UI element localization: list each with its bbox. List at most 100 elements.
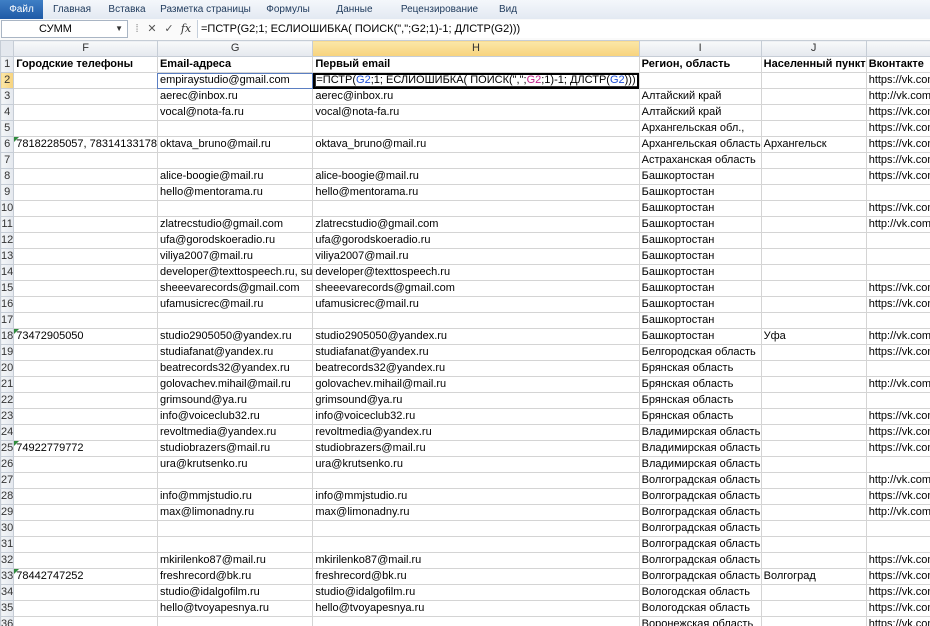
cell-j[interactable] (760, 184, 867, 201)
cell-h[interactable] (312, 616, 640, 626)
cell-g[interactable] (156, 520, 314, 537)
cell-i[interactable]: Архангельская обл., (638, 120, 762, 137)
header-cell-h[interactable]: Первый email (312, 56, 640, 73)
tab-ribbon-1[interactable]: Главная (45, 0, 99, 19)
cell-f[interactable] (13, 408, 158, 425)
cell-j[interactable] (760, 104, 867, 121)
cell-i[interactable]: Воронежская область (638, 616, 762, 626)
cell-i[interactable]: Башкортостан (638, 328, 762, 345)
cell-g[interactable]: oktava_bruno@mail.ru (156, 136, 314, 153)
cell-f[interactable]: 78182285057, 78314133178 (13, 136, 158, 153)
row-header[interactable]: 5 (0, 120, 15, 137)
cell-h[interactable]: grimsound@ya.ru (312, 392, 640, 409)
cell-h[interactable] (312, 152, 640, 169)
cell-h[interactable]: studio@idalgofilm.ru (312, 584, 640, 601)
cell-k[interactable] (865, 536, 930, 553)
cell-h[interactable]: sheeevarecords@gmail.com (312, 280, 640, 297)
cell-k[interactable] (865, 360, 930, 377)
cell-h[interactable]: studio2905050@yandex.ru (312, 328, 640, 345)
row-header[interactable]: 25 (0, 440, 15, 457)
cell-h[interactable] (312, 200, 640, 217)
cell-g[interactable]: beatrecords32@yandex.ru (156, 360, 314, 377)
column-header-k[interactable]: K (865, 40, 930, 57)
cell-k[interactable]: https://vk.com/ufamusicrec (865, 296, 930, 313)
cell-j[interactable] (760, 376, 867, 393)
cell-f[interactable] (13, 360, 158, 377)
cell-j[interactable] (760, 552, 867, 569)
row-header[interactable]: 19 (0, 344, 15, 361)
cell-g[interactable]: empiraystudio@gmail.com (156, 72, 314, 89)
cell-i[interactable]: Волгоградская область (638, 504, 762, 521)
tab-ribbon-7[interactable]: Вид (490, 0, 526, 19)
cell-f[interactable]: 74922779772 (13, 440, 158, 457)
cell-i[interactable]: Астраханская область (638, 152, 762, 169)
cell-j[interactable] (760, 488, 867, 505)
cell-f[interactable] (13, 504, 158, 521)
cell-h[interactable]: alice-boogie@mail.ru (312, 168, 640, 185)
row-header[interactable]: 36 (0, 616, 15, 626)
cell-i[interactable]: Башкортостан (638, 296, 762, 313)
column-header-h[interactable]: H (312, 40, 640, 57)
cell-i[interactable]: Башкортостан (638, 200, 762, 217)
cell-i[interactable]: Башкортостан (638, 184, 762, 201)
cell-i[interactable]: Волгоградская область (638, 488, 762, 505)
cell-j[interactable] (760, 408, 867, 425)
row-header[interactable]: 3 (0, 88, 15, 105)
cell-g[interactable]: hello@tvoyapesnya.ru (156, 600, 314, 617)
cell-h[interactable]: developer@texttospeech.ru (312, 264, 640, 281)
cell-i[interactable]: Владимирская область (638, 424, 762, 441)
select-all-corner[interactable] (0, 40, 15, 57)
cell-f[interactable] (13, 152, 158, 169)
cell-h[interactable] (312, 120, 640, 137)
cell-g[interactable]: ura@krutsenko.ru (156, 456, 314, 473)
cell-k[interactable]: https://vk.com/idalgofilm (865, 584, 930, 601)
cell-g[interactable]: aerec@inbox.ru (156, 88, 314, 105)
cell-i[interactable]: Вологодская область (638, 600, 762, 617)
cell-h[interactable]: studiobrazers@mail.ru (312, 440, 640, 457)
cell-k[interactable]: https://vk.com/revoltmedia (865, 424, 930, 441)
tab-ribbon-5[interactable]: Данные (320, 0, 389, 19)
editing-cell[interactable]: =ПСТР(G2;1; ЕСЛИОШИБКА( ПОИСК(",";G2;1)-… (312, 72, 640, 89)
row-header[interactable]: 20 (0, 360, 15, 377)
cell-g[interactable] (156, 472, 314, 489)
row-header[interactable]: 27 (0, 472, 15, 489)
tab-ribbon-4[interactable]: Формулы (258, 0, 318, 19)
row-header[interactable]: 21 (0, 376, 15, 393)
cell-g[interactable]: max@limonadny.ru (156, 504, 314, 521)
cell-f[interactable] (13, 584, 158, 601)
cell-j[interactable] (760, 312, 867, 329)
cell-g[interactable]: studio@idalgofilm.ru (156, 584, 314, 601)
column-header-i[interactable]: I (638, 40, 762, 57)
cell-h[interactable] (312, 520, 640, 537)
cell-i[interactable]: Волгоградская область (638, 520, 762, 537)
cell-i[interactable]: Владимирская область (638, 456, 762, 473)
enter-icon[interactable]: ✓ (161, 21, 177, 37)
cell-f[interactable] (13, 488, 158, 505)
cell-i[interactable]: Брянская область (638, 408, 762, 425)
cell-j[interactable] (760, 360, 867, 377)
cell-j[interactable] (760, 248, 867, 265)
row-header[interactable]: 34 (0, 584, 15, 601)
row-header[interactable]: 8 (0, 168, 15, 185)
cell-h[interactable]: vocal@nota-fa.ru (312, 104, 640, 121)
cell-f[interactable]: 78442747252 (13, 568, 158, 585)
cell-f[interactable] (13, 616, 158, 626)
cell-k[interactable]: https://vk.com/wall (865, 136, 930, 153)
row-header[interactable]: 16 (0, 296, 15, 313)
row-header[interactable]: 10 (0, 200, 15, 217)
cell-k[interactable] (865, 312, 930, 329)
cell-i[interactable]: Брянская область (638, 392, 762, 409)
row-header[interactable]: 23 (0, 408, 15, 425)
cell-g[interactable] (156, 120, 314, 137)
cell-k[interactable]: https://vk.com/tvoyzvukstudio (865, 552, 930, 569)
cell-i[interactable]: Башкортостан (638, 312, 762, 329)
cell-j[interactable] (760, 232, 867, 249)
cell-g[interactable]: hello@mentorama.ru (156, 184, 314, 201)
more-icon[interactable]: ⁞ (131, 21, 143, 37)
cell-g[interactable] (156, 616, 314, 626)
cell-k[interactable]: https://vk.com/empiraystudio (865, 72, 930, 89)
cell-g[interactable]: revoltmedia@yandex.ru (156, 424, 314, 441)
cell-k[interactable]: https://vk.com/topic (865, 120, 930, 137)
cell-i[interactable]: Башкортостан (638, 264, 762, 281)
cell-f[interactable] (13, 296, 158, 313)
